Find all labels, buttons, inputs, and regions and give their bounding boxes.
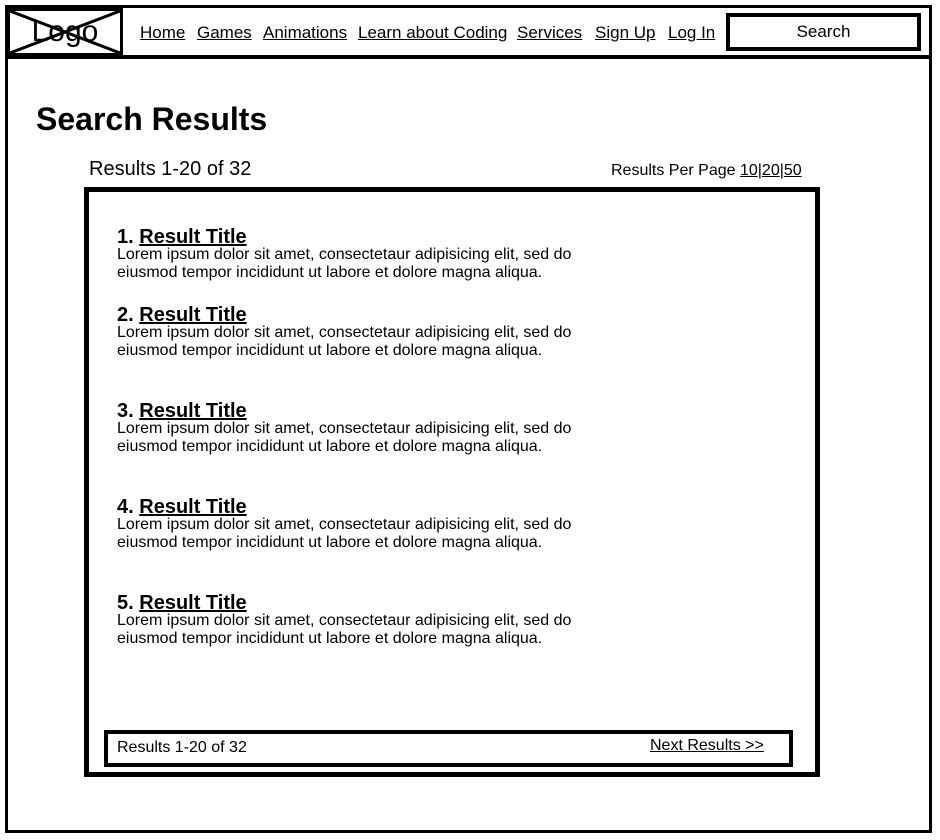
result-description: Lorem ipsum dolor sit amet, consectetaur…	[117, 612, 572, 647]
logo[interactable]: Logo	[7, 8, 123, 56]
nav-sign-up[interactable]: Sign Up	[595, 23, 655, 43]
logo-text: Logo	[31, 15, 99, 48]
result-description: Lorem ipsum dolor sit amet, consectetaur…	[117, 420, 572, 455]
search-button[interactable]: Search	[726, 13, 921, 51]
results-per-page-label: Results Per Page	[611, 162, 736, 179]
result-number: 2.	[117, 304, 134, 326]
result-number: 4.	[117, 496, 134, 518]
result-description: Lorem ipsum dolor sit amet, consectetaur…	[117, 516, 572, 551]
nav-services[interactable]: Services	[517, 23, 582, 43]
result-description: Lorem ipsum dolor sit amet, consectetaur…	[117, 324, 572, 359]
result-title-link[interactable]: Result Title	[139, 496, 246, 518]
results-per-page: Results Per Page 10|20|50	[611, 161, 802, 181]
result-title-link[interactable]: Result Title	[139, 400, 246, 422]
per-page-20-link[interactable]: 20	[762, 162, 780, 179]
results-count: Results 1-20 of 32	[89, 158, 252, 180]
per-page-50-link[interactable]: 50	[784, 162, 802, 179]
result-title-link[interactable]: Result Title	[139, 226, 246, 248]
result-number: 1.	[117, 226, 134, 248]
result-item: 4. Result Title Lorem ipsum dolor sit am…	[117, 495, 587, 552]
per-page-10-link[interactable]: 10	[740, 162, 758, 179]
next-results-link[interactable]: Next Results >>	[650, 736, 764, 756]
result-item: 3. Result Title Lorem ipsum dolor sit am…	[117, 399, 587, 456]
result-item: 5. Result Title Lorem ipsum dolor sit am…	[117, 591, 587, 648]
nav-games[interactable]: Games	[197, 23, 252, 43]
nav-animations[interactable]: Animations	[263, 23, 347, 43]
result-title-link[interactable]: Result Title	[139, 304, 246, 326]
header-divider	[5, 55, 932, 59]
result-item: 1. Result Title Lorem ipsum dolor sit am…	[117, 225, 587, 282]
nav-learn-about-coding[interactable]: Learn about Coding	[358, 23, 507, 43]
pagination-count: Results 1-20 of 32	[117, 739, 247, 756]
page-title: Search Results	[36, 101, 268, 137]
result-number: 5.	[117, 592, 134, 614]
result-item: 2. Result Title Lorem ipsum dolor sit am…	[117, 303, 587, 360]
nav-home[interactable]: Home	[140, 23, 185, 43]
result-number: 3.	[117, 400, 134, 422]
result-description: Lorem ipsum dolor sit amet, consectetaur…	[117, 246, 572, 281]
result-title-link[interactable]: Result Title	[139, 592, 246, 614]
nav-log-in[interactable]: Log In	[668, 23, 715, 43]
